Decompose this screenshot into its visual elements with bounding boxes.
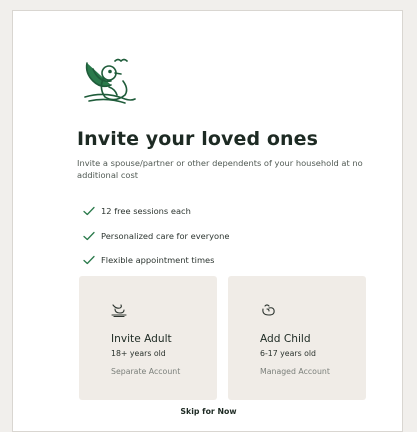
feature-label: Flexible appointment times <box>101 255 215 265</box>
add-child-button[interactable]: Add Child 6-17 years old Managed Account <box>228 276 366 400</box>
check-icon <box>83 255 95 265</box>
feature-item: Personalized care for everyone <box>83 230 229 242</box>
bird-logo-icon <box>84 58 136 104</box>
option-account: Managed Account <box>260 367 330 376</box>
page-title: Invite your loved ones <box>77 128 319 150</box>
feature-item: 12 free sessions each <box>83 205 229 217</box>
option-account: Separate Account <box>111 367 181 376</box>
page-subtitle: Invite a spouse/partner or other depende… <box>77 158 363 180</box>
invite-adult-button[interactable]: Invite Adult 18+ years old Separate Acco… <box>79 276 217 400</box>
feature-item: Flexible appointment times <box>83 254 229 266</box>
option-age: 18+ years old <box>111 349 166 358</box>
child-icon <box>262 304 275 316</box>
adult-icon <box>111 304 127 317</box>
invite-card: Invite your loved ones Invite a spouse/p… <box>12 10 403 432</box>
option-age: 6-17 years old <box>260 349 316 358</box>
check-icon <box>83 206 95 216</box>
check-icon <box>83 231 95 240</box>
feature-label: 12 free sessions each <box>101 206 191 216</box>
feature-label: Personalized care for everyone <box>101 230 230 241</box>
option-title: Invite Adult <box>111 333 172 345</box>
option-title: Add Child <box>260 333 311 345</box>
feature-list: 12 free sessions each Personalized care … <box>83 205 229 279</box>
skip-for-now-button[interactable]: Skip for Now <box>13 407 404 416</box>
